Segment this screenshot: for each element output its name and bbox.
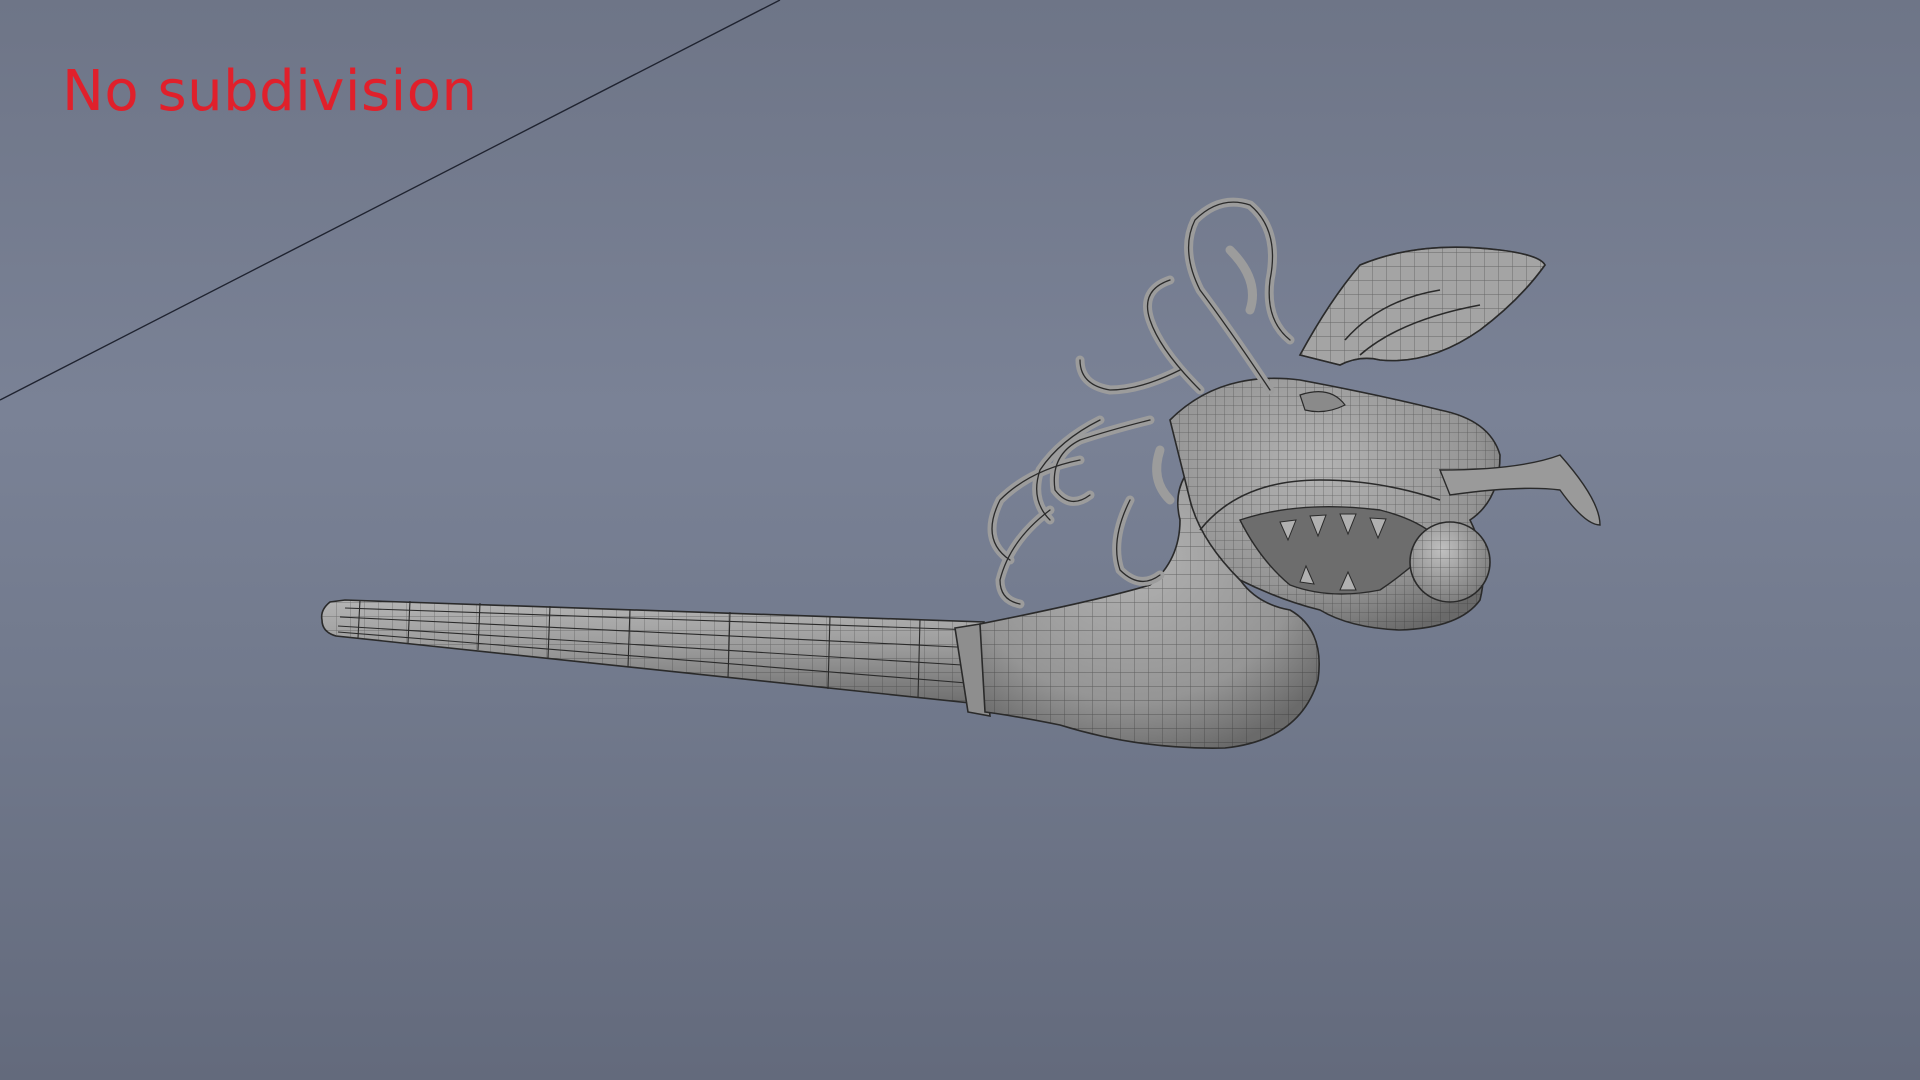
- scene-grid-line: [0, 0, 781, 401]
- dragon-pearl: [1409, 521, 1491, 603]
- pipe-stem: [320, 599, 985, 705]
- dragon-horn-fin: [1298, 246, 1546, 366]
- scene-canvas: [0, 0, 1601, 749]
- 3d-viewport[interactable]: No subdivision: [0, 0, 1920, 1080]
